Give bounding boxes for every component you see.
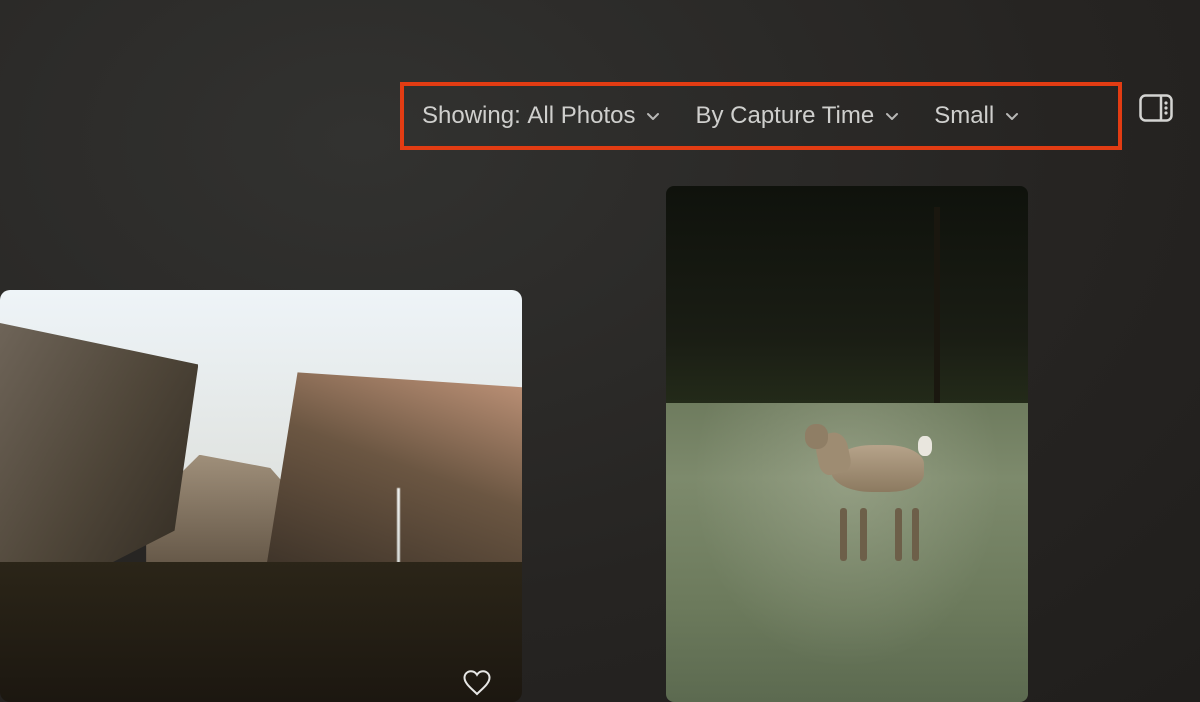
filter-value: All Photos: [527, 102, 635, 130]
sort-dropdown[interactable]: By Capture Time: [695, 102, 900, 130]
favorite-button[interactable]: [462, 669, 492, 697]
chevron-down-icon: [884, 108, 900, 124]
photo-thumbnail[interactable]: [0, 290, 522, 702]
size-dropdown[interactable]: Small: [934, 102, 1020, 130]
panel-icon: [1139, 94, 1173, 127]
toggle-panel-button[interactable]: [1138, 94, 1174, 126]
sort-value: By Capture Time: [695, 102, 874, 130]
size-value: Small: [934, 102, 994, 130]
view-options-toolbar: Showing: All Photos By Capture Time Smal…: [400, 82, 1122, 150]
photo-thumbnail[interactable]: [666, 186, 1028, 702]
chevron-down-icon: [1004, 108, 1020, 124]
heart-icon: [462, 684, 492, 701]
filter-prefix: Showing:: [422, 102, 521, 130]
chevron-down-icon: [645, 108, 661, 124]
filter-dropdown[interactable]: Showing: All Photos: [422, 102, 661, 130]
